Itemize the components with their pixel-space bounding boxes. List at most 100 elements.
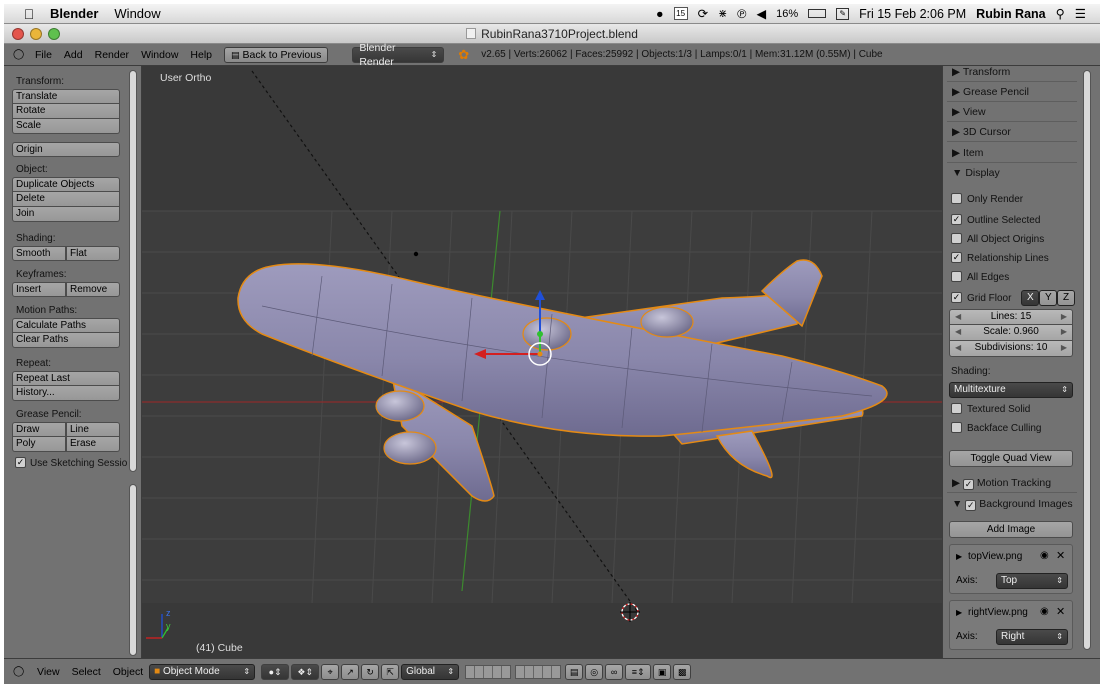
all-edges-checkbox[interactable]: [951, 271, 962, 282]
menu-render[interactable]: Render: [95, 49, 129, 61]
rotate-manipulator-icon[interactable]: ↻: [361, 663, 380, 680]
textured-solid-checkbox[interactable]: [951, 403, 962, 414]
layer-grid-1[interactable]: [465, 664, 512, 679]
3d-cursor-panel-header[interactable]: ▶ 3D Cursor: [947, 122, 1077, 142]
display-panel-header[interactable]: ▼ Display: [947, 163, 1077, 183]
menu-select[interactable]: Select: [72, 666, 101, 678]
decrement-icon[interactable]: ◀: [955, 325, 961, 339]
calculate-paths-button[interactable]: Calculate Paths: [12, 318, 120, 333]
decrement-icon[interactable]: ◀: [955, 310, 961, 324]
increment-icon[interactable]: ▶: [1061, 341, 1067, 355]
viewport-shading-select[interactable]: ●⇕: [261, 663, 290, 680]
clock-datetime[interactable]: Fri 15 Feb 2:06 PM: [859, 7, 966, 21]
motion-tracking-checkbox[interactable]: ✓: [963, 479, 974, 490]
increment-icon[interactable]: ▶: [1061, 325, 1067, 339]
grid-axis-x-toggle[interactable]: X: [1021, 290, 1039, 306]
battery-percent[interactable]: 16%: [776, 8, 798, 20]
add-image-button[interactable]: Add Image: [949, 521, 1073, 538]
item-panel-header[interactable]: ▶ Item: [947, 143, 1077, 163]
grease-pencil-panel-header[interactable]: ▶ Grease Pencil: [947, 82, 1077, 102]
use-sketching-checkbox[interactable]: ✓: [15, 457, 26, 468]
relationship-lines-checkbox[interactable]: ✓: [951, 252, 962, 263]
menu-view[interactable]: View: [37, 666, 60, 678]
sync-icon[interactable]: ⟳: [698, 6, 708, 21]
close-icon[interactable]: ✕: [1056, 605, 1065, 618]
properties-scrollbar[interactable]: [1083, 70, 1091, 650]
smooth-button[interactable]: Smooth: [12, 246, 66, 261]
transform-orientation-select[interactable]: Global ⇕: [401, 663, 460, 680]
join-button[interactable]: Join: [12, 207, 120, 222]
menu-help[interactable]: Help: [190, 49, 212, 61]
evernote-icon[interactable]: ●: [656, 7, 664, 21]
shading-select[interactable]: Multitexture ⇕: [949, 382, 1073, 398]
menu-object[interactable]: Object: [113, 666, 143, 678]
duplicate-objects-button[interactable]: Duplicate Objects: [12, 177, 120, 192]
menu-file[interactable]: File: [35, 49, 52, 61]
clear-paths-button[interactable]: Clear Paths: [12, 333, 120, 348]
expand-icon[interactable]: ▶: [956, 608, 962, 617]
insert-keyframe-button[interactable]: Insert: [12, 282, 66, 297]
poly-button[interactable]: Poly: [12, 437, 66, 452]
editor-type-icon[interactable]: ◯: [13, 49, 25, 61]
close-icon[interactable]: ✕: [1056, 549, 1065, 562]
lock-layers-icon[interactable]: ▤: [565, 663, 584, 680]
menu-window[interactable]: Window: [141, 49, 178, 61]
back-to-previous-button[interactable]: ▤ Back to Previous: [224, 46, 329, 63]
opengl-render-image-icon[interactable]: ▣: [653, 663, 672, 680]
menu-add[interactable]: Add: [64, 49, 83, 61]
image1-axis-select[interactable]: Top ⇕: [996, 573, 1068, 589]
manipulator-toggle-icon[interactable]: ⌖: [321, 663, 340, 680]
apple-icon[interactable]: : [14, 6, 44, 22]
line-button[interactable]: Line: [66, 422, 120, 437]
3d-viewport[interactable]: User Ortho z y (41) Cube: [142, 66, 942, 658]
decrement-icon[interactable]: ◀: [955, 341, 961, 355]
tool-shelf-scrollbar-top[interactable]: [129, 70, 137, 472]
volume-icon[interactable]: ◀: [757, 6, 767, 21]
translate-manipulator-icon[interactable]: ↗: [341, 663, 360, 680]
flat-button[interactable]: Flat: [66, 246, 120, 261]
draw-button[interactable]: Draw: [12, 422, 66, 437]
outline-selected-checkbox[interactable]: ✓: [951, 214, 962, 225]
mode-select[interactable]: ■ Object Mode ⇕: [149, 663, 256, 680]
erase-button[interactable]: Erase: [66, 437, 120, 452]
rotate-button[interactable]: Rotate: [12, 104, 120, 119]
grid-subdivisions-field[interactable]: ◀ Subdivisions: 10 ▶: [949, 341, 1073, 357]
layer-grid-2[interactable]: [515, 664, 562, 679]
translate-button[interactable]: Translate: [12, 89, 120, 104]
snap-toggle-icon[interactable]: ∞: [605, 663, 624, 680]
grid-axis-y-toggle[interactable]: Y: [1039, 290, 1057, 306]
motion-tracking-panel-header[interactable]: ▶ ✓ Motion Tracking: [947, 473, 1077, 493]
toggle-quad-view-button[interactable]: Toggle Quad View: [949, 450, 1073, 467]
bluetooth-icon[interactable]: ⋇: [718, 7, 727, 20]
remove-keyframe-button[interactable]: Remove: [66, 282, 120, 297]
delete-button[interactable]: Delete: [12, 192, 120, 207]
calendar-icon[interactable]: 15: [673, 7, 688, 20]
pivot-point-select[interactable]: ❖⇕: [291, 663, 320, 680]
input-source-icon[interactable]: ✎: [836, 7, 850, 20]
tool-shelf-scrollbar-bottom[interactable]: [129, 484, 137, 656]
background-images-panel-header[interactable]: ▼ ✓ Background Images: [947, 494, 1077, 514]
scale-button[interactable]: Scale: [12, 119, 120, 134]
menu-window[interactable]: Window: [114, 6, 160, 21]
increment-icon[interactable]: ▶: [1061, 310, 1067, 324]
scale-manipulator-icon[interactable]: ⇱: [381, 663, 400, 680]
opengl-render-animation-icon[interactable]: ▩: [673, 663, 692, 680]
backface-culling-checkbox[interactable]: [951, 422, 962, 433]
grid-floor-checkbox[interactable]: ✓: [951, 292, 962, 303]
history-button[interactable]: History...: [12, 386, 120, 401]
background-images-checkbox[interactable]: ✓: [965, 500, 977, 511]
view-panel-header[interactable]: ▶ View: [947, 102, 1077, 122]
eye-icon[interactable]: ◉: [1040, 550, 1049, 561]
spotlight-icon[interactable]: ⚲: [1056, 6, 1065, 21]
render-engine-select[interactable]: Blender Render ⇕: [352, 42, 445, 68]
grid-axis-z-toggle[interactable]: Z: [1057, 290, 1075, 306]
grid-lines-field[interactable]: ◀ Lines: 15 ▶: [949, 309, 1073, 325]
snap-element-select[interactable]: ≡⇕: [625, 663, 652, 680]
user-name[interactable]: Rubin Rana: [976, 7, 1045, 21]
image2-axis-select[interactable]: Right ⇕: [996, 629, 1068, 645]
notification-center-icon[interactable]: ☰: [1075, 6, 1086, 21]
proportional-edit-icon[interactable]: ◎: [585, 663, 604, 680]
transform-panel-header[interactable]: ▶ Transform: [947, 66, 1077, 82]
origin-button[interactable]: Origin: [12, 142, 120, 157]
wifi-icon[interactable]: ℗: [737, 7, 746, 21]
